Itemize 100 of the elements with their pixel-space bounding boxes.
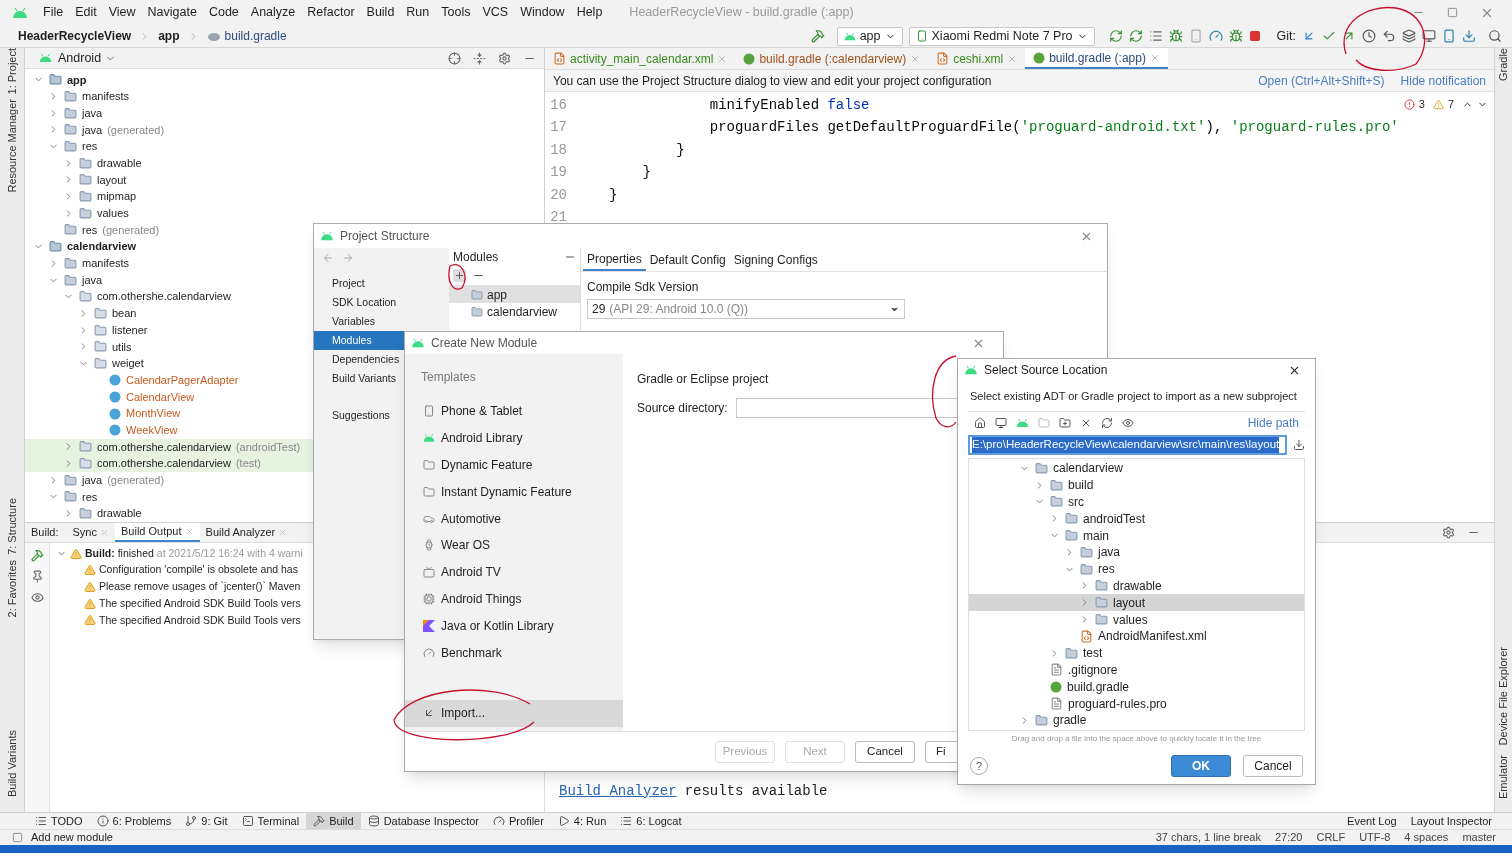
tool-window-button[interactable]: Build — [306, 813, 361, 829]
tool-window-button[interactable]: Terminal — [234, 813, 307, 829]
eye-icon[interactable] — [30, 591, 44, 604]
tool-window-button[interactable]: 4: Run — [550, 813, 614, 829]
clock-icon[interactable] — [1362, 29, 1376, 43]
status-item[interactable]: 27:20 — [1274, 829, 1303, 846]
pin-icon[interactable] — [30, 570, 44, 583]
layers-icon[interactable] — [1402, 29, 1416, 43]
tool-window-button[interactable]: Layout Inspector — [1410, 812, 1492, 830]
menu-item[interactable]: Navigate — [142, 3, 202, 22]
tree-row[interactable]: values — [969, 611, 1304, 628]
menu-item[interactable]: Edit — [70, 3, 102, 22]
nav-item[interactable]: Variables — [314, 312, 449, 331]
template-item[interactable]: Import... — [405, 699, 623, 727]
locate-icon[interactable] — [448, 51, 461, 65]
dialog-button[interactable]: Cancel — [1243, 755, 1303, 777]
menu-item[interactable]: VCS — [477, 3, 514, 22]
status-item[interactable]: CRLF — [1316, 829, 1346, 846]
breadcrumb[interactable]: app — [158, 27, 180, 45]
menu-item[interactable]: File — [38, 3, 69, 22]
tree-row[interactable]: main — [969, 527, 1304, 544]
menu-item[interactable]: Help — [571, 3, 608, 22]
stop-icon[interactable] — [1248, 30, 1261, 42]
home-icon[interactable] — [974, 416, 986, 429]
editor-tab[interactable]: ceshi.xml — [928, 48, 1026, 69]
module-item[interactable]: calendarview — [449, 303, 580, 320]
template-item[interactable]: Android Things — [405, 585, 623, 613]
template-item[interactable]: Android TV — [405, 558, 623, 586]
tool-window-button[interactable]: 9: Git — [178, 813, 235, 829]
refresh-icon[interactable] — [1108, 29, 1123, 43]
phone-icon[interactable] — [1442, 29, 1456, 43]
tool-window-button[interactable]: 6: Logcat — [613, 813, 689, 829]
run-config-dropdown[interactable]: app — [836, 26, 903, 46]
refresh-icon[interactable] — [1128, 29, 1143, 43]
build-analyzer-link[interactable]: Build Analyzer — [559, 781, 677, 802]
notification-link[interactable]: Open (Ctrl+Alt+Shift+S) — [1258, 71, 1385, 90]
breadcrumb[interactable]: HeaderRecycleView — [18, 27, 132, 45]
editor-tab[interactable]: build.gradle (:app) — [1025, 48, 1168, 69]
breadcrumb[interactable]: build.gradle — [224, 27, 287, 45]
status-item[interactable]: master — [1462, 829, 1496, 846]
path-field[interactable]: E:\pro\HeaderRecycleView\calendarview\src\main\res\layout — [968, 435, 1288, 455]
tree-row[interactable]: proguard-rules.pro — [969, 695, 1304, 712]
view-selector[interactable]: Android — [58, 48, 102, 68]
tab[interactable]: Signing Configs — [729, 248, 822, 271]
maximize-icon[interactable] — [1447, 7, 1458, 18]
tree-row[interactable]: src — [969, 493, 1304, 511]
menu-item[interactable]: Window — [515, 3, 570, 22]
tree-row[interactable]: androidTest — [969, 510, 1304, 528]
tab[interactable]: Properties — [583, 248, 646, 271]
editor-tab[interactable]: build.gradle (:calendarview) — [735, 48, 929, 69]
tool-window-button[interactable]: Profiler — [486, 813, 551, 829]
template-item[interactable]: Instant Dynamic Feature — [405, 478, 623, 506]
tree-row[interactable]: .gitignore — [969, 661, 1304, 679]
tree-row[interactable]: java — [969, 544, 1304, 561]
nav-item[interactable]: SDK Location — [314, 293, 449, 312]
gauge-icon[interactable] — [1208, 29, 1223, 43]
status-item[interactable]: 37 chars, 1 line break — [1155, 829, 1261, 846]
tool-window-tab[interactable]: 2: Favorites — [0, 559, 29, 618]
sdk-dropdown[interactable]: 29 (API 29: Android 10.0 (Q)) — [587, 299, 905, 319]
tree-row[interactable]: values — [25, 204, 544, 222]
list-icon[interactable] — [1148, 29, 1163, 43]
panel-tab[interactable]: Build Analyzer — [199, 523, 294, 542]
hide-notification-link[interactable]: Hide notification — [1400, 71, 1486, 90]
undo-icon[interactable] — [1382, 29, 1396, 43]
download-icon[interactable] — [1293, 439, 1305, 451]
hammer-icon[interactable] — [30, 549, 44, 562]
tree-row[interactable]: calendarview — [969, 460, 1304, 477]
download-icon[interactable] — [1462, 29, 1476, 43]
desktop-icon[interactable] — [995, 416, 1007, 429]
tree-row[interactable]: test — [969, 644, 1304, 662]
add-icon[interactable] — [453, 269, 466, 282]
template-item[interactable]: Automotive — [405, 505, 623, 532]
dialog-button[interactable]: Cancel — [855, 740, 915, 763]
tool-window-button[interactable]: Event Log — [1347, 812, 1397, 830]
hammer-icon[interactable] — [810, 29, 825, 43]
collapse-icon[interactable] — [473, 51, 486, 65]
tool-window-tab[interactable]: Device File Explorer — [1487, 646, 1512, 745]
template-item[interactable]: Java or Kotlin Library — [405, 612, 623, 640]
tool-window-button[interactable]: TODO — [28, 813, 90, 829]
menu-item[interactable]: View — [103, 3, 141, 22]
template-item[interactable]: Benchmark — [405, 639, 623, 666]
template-item[interactable]: Wear OS — [405, 532, 623, 559]
status-item[interactable]: UTF-8 — [1359, 829, 1391, 846]
editor-tab[interactable]: activity_main_calendar.xml — [545, 48, 736, 69]
tree-row[interactable]: build — [969, 476, 1304, 494]
search-icon[interactable] — [1488, 29, 1502, 43]
tree-row[interactable]: AndroidManifest.xml — [969, 627, 1304, 645]
tree-row[interactable]: layout — [969, 594, 1304, 612]
tool-window-tab[interactable]: Build Variants — [0, 729, 29, 797]
module-item[interactable]: app — [449, 286, 580, 303]
hide-path-link[interactable]: Hide path — [1247, 413, 1299, 432]
new-folder-icon[interactable] — [1059, 416, 1071, 429]
tool-window-tab[interactable]: Emulator — [1487, 754, 1512, 799]
dialog-button[interactable]: OK — [1171, 755, 1231, 777]
menu-item[interactable]: Code — [203, 3, 244, 22]
show-hidden-icon[interactable] — [1122, 416, 1134, 429]
refresh-icon[interactable] — [1101, 416, 1113, 429]
panel-tab[interactable]: Sync — [66, 523, 115, 542]
settings-icon[interactable] — [498, 51, 511, 65]
nav-item[interactable]: Project — [314, 274, 449, 293]
